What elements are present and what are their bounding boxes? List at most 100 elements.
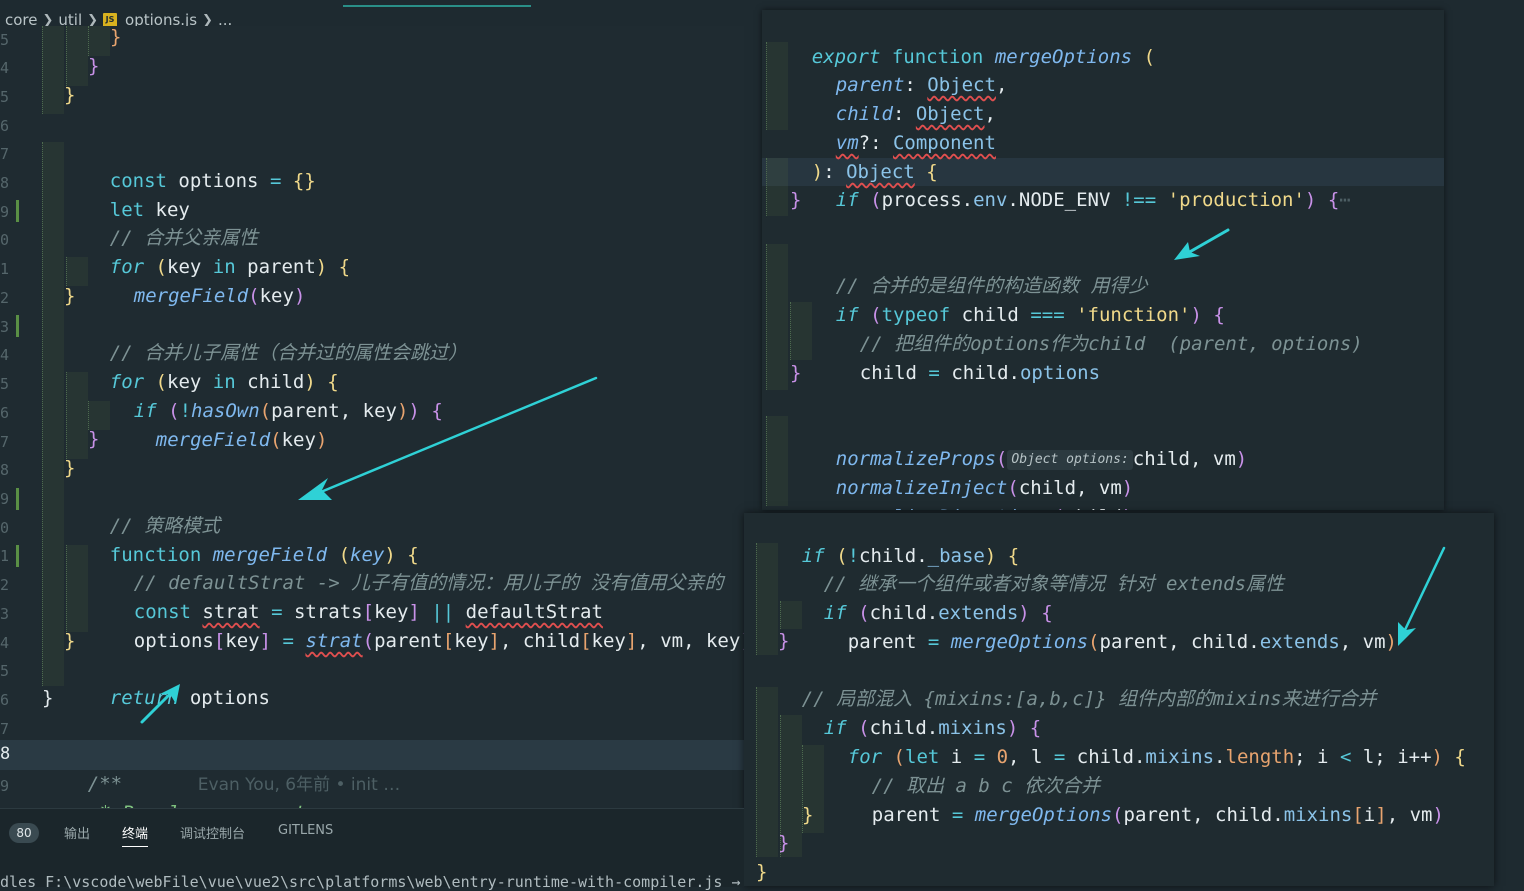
code-line-resolve: * Resolve an asset.: [54, 770, 317, 810]
code-line-if-typeof: if (typeof child === 'function') {: [835, 304, 1225, 326]
code-line-export-function: export function mergeOptions (: [811, 46, 1156, 68]
code-line-options-assign: options[key] = strat(parent[key], child[…: [133, 630, 744, 652]
code-comment-extends: // 继承一个组件或者对象等情况 针对 extends属性: [823, 573, 1285, 595]
left-code-editor[interactable]: 5 4 5 6 7 8 9 0 1 2 3 4 5 6 7 8 9 0 1 2 …: [0, 26, 744, 810]
code-line-merge-mixins: parent = mergeOptions(parent, child.mixi…: [871, 804, 1444, 826]
line-number: 9: [0, 203, 10, 221]
tab-debug-console[interactable]: 调试控制台: [180, 823, 245, 842]
code-line-if-production: if (process.env.NODE_ENV !== 'production…: [835, 189, 1351, 211]
git-change-bar: [16, 200, 19, 222]
code-line-merge-extends: parent = mergeOptions(parent, child.exte…: [847, 631, 1397, 653]
line-number: 3: [0, 318, 10, 336]
line-number: 1: [0, 260, 10, 278]
code-line-if-base: if (!child._base) {: [801, 545, 1020, 567]
indent-guide: [66, 26, 88, 86]
code-line-let-key: let key: [109, 199, 190, 221]
code-line-function-mergefield: function mergeField (key) {: [109, 544, 419, 566]
code-line-if-mixins: if (child.mixins) {: [823, 717, 1042, 739]
code-line-normalize-directives: normalizeDirectives(child): [790, 474, 1133, 510]
line-number: 9: [0, 777, 10, 795]
git-blame-annotation: Evan You, 6年前 • init …: [197, 775, 401, 795]
code-comment-child: // 合并儿子属性（合并过的属性会跳过）: [109, 342, 468, 364]
git-change-bar: [16, 545, 19, 567]
code-comment-ctor: // 合并的是组件的构造函数 用得少: [835, 275, 1148, 297]
code-line-for-mixins: for (let i = 0, l = child.mixins.length;…: [847, 746, 1466, 768]
param-parent: parent: Object,: [835, 74, 1008, 96]
active-tab-indicator: [343, 5, 531, 7]
code-line-child-assign: child = child.options: [859, 362, 1101, 384]
indent-guide: [42, 26, 64, 114]
line-number: 4: [0, 346, 10, 364]
line-number: 8: [0, 174, 10, 192]
param-child: child: Object,: [835, 103, 996, 125]
terminal-output-line: dles F:\vscode\webFile\vue\vue2\src\plat…: [0, 873, 741, 891]
code-line: }: [42, 687, 54, 709]
code-line: }: [778, 832, 790, 854]
line-number: 4: [0, 59, 10, 77]
code-line: }: [110, 26, 122, 48]
code-line-const-strat: const strat = strats[key] || defaultStra…: [133, 601, 603, 623]
code-line-normalize-inject: normalizeInject(child, vm): [835, 477, 1134, 499]
line-number: 2: [0, 289, 10, 307]
mixins-editor[interactable]: if (!child._base) { // 继承一个组件或者对象等情况 针对 …: [744, 513, 1494, 886]
git-change-bar: [16, 488, 19, 510]
code-line: }: [790, 362, 802, 384]
line-number-current: 8: [0, 744, 11, 764]
line-number: 9: [0, 490, 10, 508]
problems-count-badge[interactable]: 80: [9, 823, 39, 843]
line-number: 6: [0, 404, 10, 422]
tab-output[interactable]: 输出: [64, 823, 90, 842]
code-line: }: [88, 55, 100, 77]
line-number: 5: [0, 88, 10, 106]
line-number: 0: [0, 231, 10, 249]
line-number: 8: [0, 461, 10, 479]
line-number: 5: [0, 662, 10, 680]
code-line: }: [88, 428, 100, 450]
code-line: }: [64, 84, 76, 106]
line-number: 6: [0, 117, 10, 135]
code-line: }: [778, 630, 790, 652]
line-number: 1: [0, 547, 10, 565]
line-number: 7: [0, 720, 10, 738]
indent-guide: [42, 142, 64, 686]
code-line: }: [756, 861, 768, 883]
indent-guide: [766, 416, 788, 506]
code-line-if-extends: if (child.extends) {: [823, 602, 1053, 624]
code-line: }: [790, 189, 802, 211]
code-line: }: [64, 630, 76, 652]
code-line-if-hasown: if (!hasOwn(parent, key)) {: [133, 400, 443, 422]
js-file-icon: JS: [103, 13, 118, 27]
merge-options-editor[interactable]: export function mergeOptions ( parent: O…: [762, 10, 1444, 510]
tab-terminal[interactable]: 终端: [122, 823, 149, 847]
code-line: }: [802, 804, 814, 826]
line-number: 7: [0, 433, 10, 451]
line-number: 5: [0, 375, 10, 393]
line-number: 3: [0, 605, 10, 623]
code-line-mergefield-call: mergeField(key): [133, 285, 306, 307]
code-line: }: [64, 457, 76, 479]
git-change-bar: [16, 315, 19, 337]
code-line-for-parent: for (key in parent) {: [109, 256, 351, 278]
line-number: 7: [0, 145, 10, 163]
param-vm: vm?: Component: [835, 132, 996, 154]
folded-code-ellipsis[interactable]: ⋯: [1339, 189, 1350, 211]
code-line-const-options: const options = {}: [109, 170, 316, 192]
bottom-panel: 80 输出 终端 调试控制台 GITLENS dles F:\vscode\we…: [0, 808, 744, 891]
line-number: 2: [0, 576, 10, 594]
code-line-return-type: ): Object {: [811, 161, 938, 183]
code-line-return: return options: [109, 687, 270, 709]
code-comment-parent: // 合并父亲属性: [109, 227, 259, 249]
code-line-for-child: for (key in child) {: [109, 371, 339, 393]
tab-gitlens[interactable]: GITLENS: [278, 823, 333, 838]
code-comment-default: // defaultStrat -> 儿子有值的情况：用儿子的 没有值用父亲的: [133, 572, 724, 594]
code-line-doc-open: /**: [87, 773, 123, 795]
code-comment-strategy: // 策略模式: [109, 515, 221, 537]
line-number: 5: [0, 31, 10, 49]
indent-guide: [766, 244, 788, 390]
code-comment-options: // 把组件的options作为child (parent, options): [859, 333, 1363, 355]
code-comment-abc: // 取出 a b c 依次合并: [871, 775, 1101, 797]
code-line-normalize-props: normalizeProps(Object options: child, vm): [835, 448, 1248, 470]
code-line: }: [64, 285, 76, 307]
line-number: 0: [0, 519, 10, 537]
line-number: 6: [0, 691, 10, 709]
